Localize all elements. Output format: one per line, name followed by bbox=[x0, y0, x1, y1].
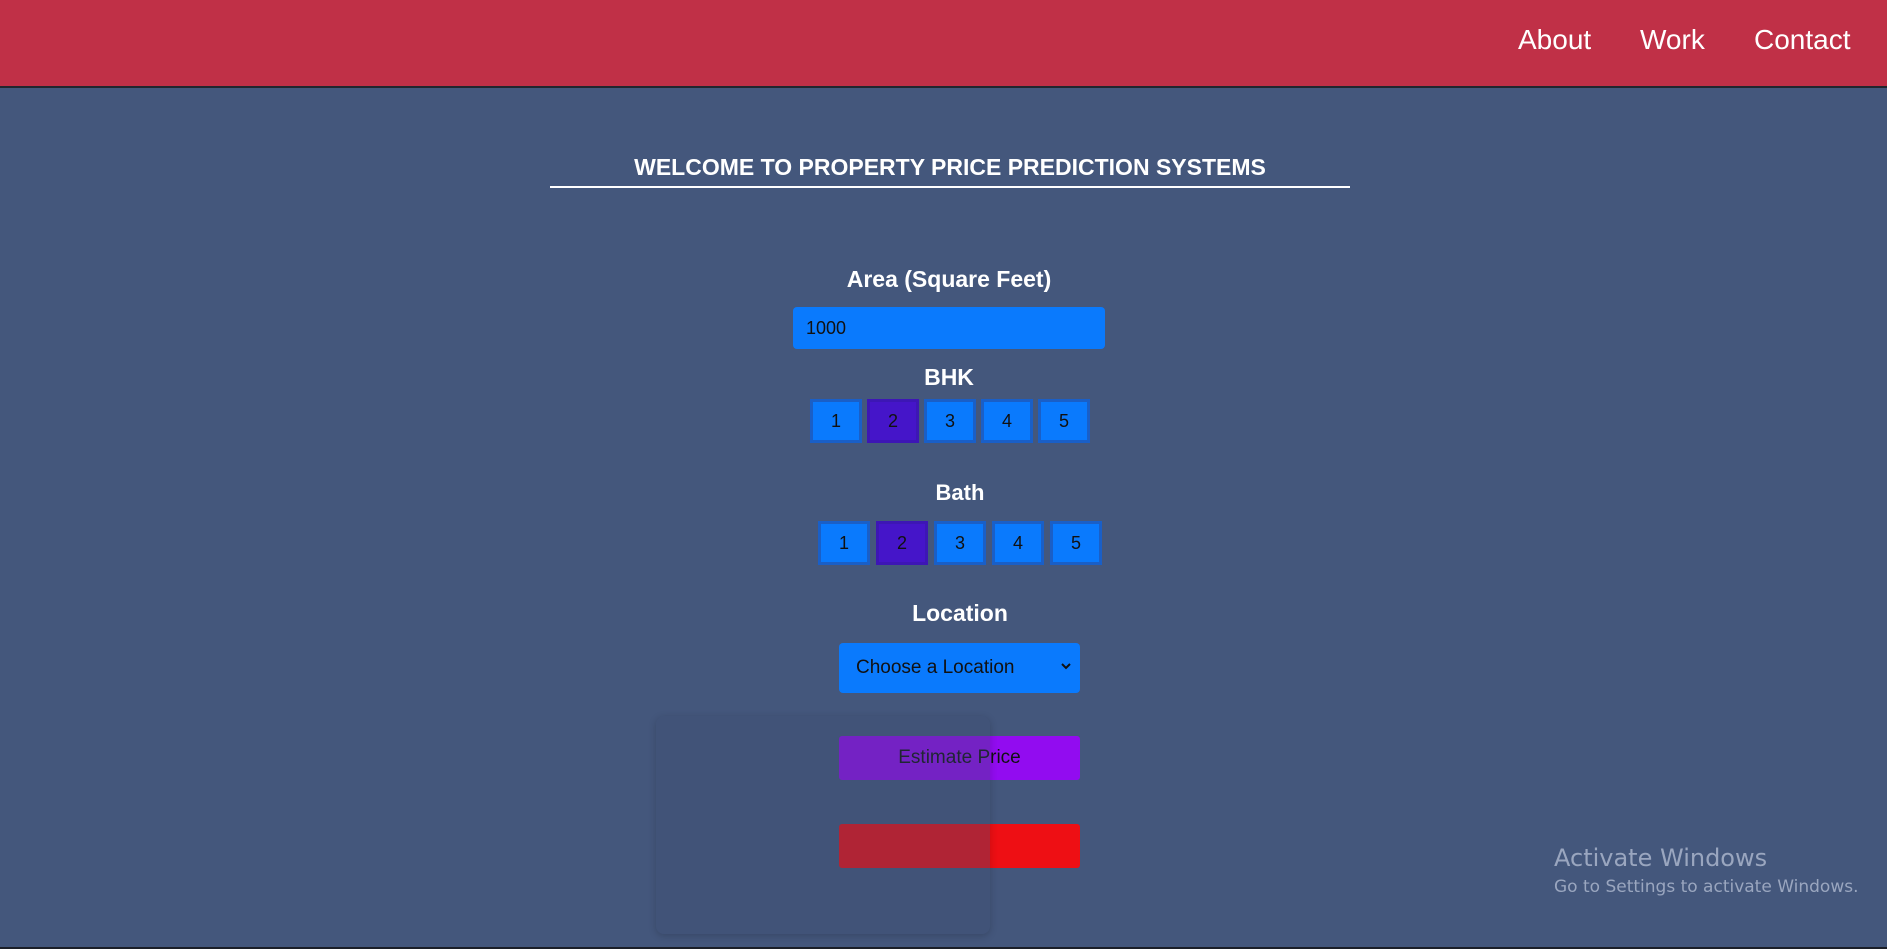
bhk-option-3[interactable]: 3 bbox=[924, 399, 976, 443]
page-title: WELCOME TO PROPERTY PRICE PREDICTION SYS… bbox=[634, 154, 1266, 180]
activate-windows-subtitle: Go to Settings to activate Windows. bbox=[1554, 877, 1859, 897]
bhk-option-5[interactable]: 5 bbox=[1038, 399, 1090, 443]
nav-contact-link[interactable]: Contact bbox=[1754, 24, 1851, 56]
area-label: Area (Square Feet) bbox=[846, 266, 1052, 292]
bath-label: Bath bbox=[935, 480, 985, 505]
nav-about-link[interactable]: About bbox=[1518, 24, 1591, 56]
bath-option-3[interactable]: 3 bbox=[934, 521, 986, 565]
location-label: Location bbox=[912, 600, 1008, 626]
bath-option-4[interactable]: 4 bbox=[992, 521, 1044, 565]
bhk-label: BHK bbox=[924, 364, 974, 390]
bhk-option-4[interactable]: 4 bbox=[981, 399, 1033, 443]
location-select-value: Choose a Location bbox=[856, 657, 1015, 678]
floating-overlay-panel bbox=[656, 716, 990, 934]
nav-work-link[interactable]: Work bbox=[1640, 24, 1705, 56]
activate-windows-title: Activate Windows bbox=[1554, 844, 1768, 872]
location-select[interactable]: Choose a Location bbox=[839, 643, 1080, 693]
bath-option-5[interactable]: 5 bbox=[1050, 521, 1102, 565]
bath-option-2[interactable]: 2 bbox=[876, 521, 928, 565]
area-input[interactable] bbox=[793, 307, 1105, 349]
title-underline bbox=[550, 186, 1350, 188]
chevron-down-icon bbox=[1061, 663, 1071, 670]
bhk-option-1[interactable]: 1 bbox=[810, 399, 862, 443]
top-navbar: About Work Contact bbox=[0, 0, 1887, 88]
bath-option-1[interactable]: 1 bbox=[818, 521, 870, 565]
bhk-option-2[interactable]: 2 bbox=[867, 399, 919, 443]
